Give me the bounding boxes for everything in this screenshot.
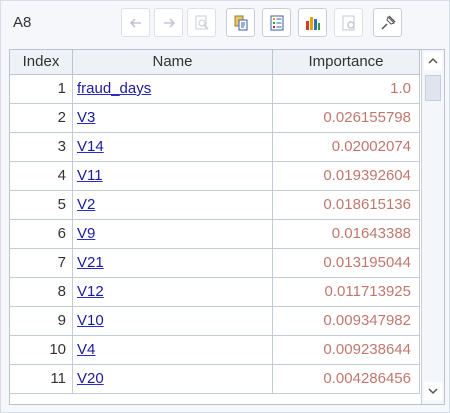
cell-reference: A8 [13,14,32,31]
table-row[interactable]: 1 fraud_days 1.0 [10,75,420,104]
copy-button[interactable] [226,8,255,37]
pin-icon [380,15,395,30]
table-row[interactable]: 9 V10 0.009347982 [10,307,420,336]
column-header-index[interactable]: Index [10,50,73,74]
importance-cell: 0.009347982 [273,307,420,335]
importance-table: Index Name Importance 1 fraud_days 1.0 2… [9,49,445,405]
name-cell[interactable]: V21 [73,249,273,277]
table-row[interactable]: 2 V3 0.026155798 [10,104,420,133]
back-button[interactable] [121,8,150,37]
chevron-down-icon [428,388,438,395]
importance-cell: 0.011713925 [273,278,420,306]
name-link[interactable]: V9 [77,225,95,242]
importance-cell: 0.026155798 [273,104,420,132]
table-header: Index Name Importance [10,50,420,75]
arrow-left-icon [129,17,141,28]
table-row[interactable]: 7 V21 0.013195044 [10,249,420,278]
magnifier-icon [195,15,209,30]
name-cell[interactable]: V12 [73,278,273,306]
index-cell: 2 [10,104,73,132]
name-cell[interactable]: V14 [73,133,273,161]
name-link[interactable]: V2 [77,196,95,213]
index-cell: 9 [10,307,73,335]
importance-cell: 0.01643388 [273,220,420,248]
index-cell: 7 [10,249,73,277]
chart-button[interactable] [298,8,327,37]
column-header-name[interactable]: Name [73,50,273,74]
page-settings-button[interactable] [334,8,363,37]
index-cell: 5 [10,191,73,219]
scroll-up-button[interactable] [424,52,442,70]
name-cell[interactable]: V3 [73,104,273,132]
name-cell[interactable]: fraud_days [73,75,273,103]
name-cell[interactable]: V2 [73,191,273,219]
name-cell[interactable]: V4 [73,336,273,364]
table-row[interactable]: 11 V20 0.004286456 [10,365,420,394]
preview-button[interactable] [187,8,216,37]
table-row[interactable]: 4 V11 0.019392604 [10,162,420,191]
index-cell: 1 [10,75,73,103]
name-link[interactable]: V20 [77,370,104,387]
vertical-scrollbar[interactable] [421,50,444,404]
table-row[interactable]: 8 V12 0.011713925 [10,278,420,307]
name-cell[interactable]: V10 [73,307,273,335]
name-link[interactable]: V3 [77,109,95,126]
list-icon [270,15,283,30]
importance-cell: 0.019392604 [273,162,420,190]
result-panel: A8 Index Name Importance 1 fraud_days 1.… [0,0,450,413]
name-cell[interactable]: V20 [73,365,273,393]
name-link[interactable]: V11 [77,167,103,184]
toolbar: A8 [1,1,449,45]
copy-icon [234,15,247,30]
index-cell: 4 [10,162,73,190]
name-link[interactable]: fraud_days [77,80,151,97]
index-cell: 8 [10,278,73,306]
pin-button[interactable] [373,8,402,37]
name-link[interactable]: V21 [77,254,104,271]
importance-cell: 0.018615136 [273,191,420,219]
name-link[interactable]: V14 [77,138,104,155]
index-cell: 10 [10,336,73,364]
arrow-right-icon [163,17,175,28]
importance-cell: 0.02002074 [273,133,420,161]
bar-chart-icon [305,16,320,30]
name-link[interactable]: V10 [77,312,104,329]
name-link[interactable]: V4 [77,341,95,358]
forward-button[interactable] [154,8,183,37]
page-settings-icon [342,15,355,30]
scroll-down-button[interactable] [424,382,442,400]
list-button[interactable] [262,8,291,37]
name-cell[interactable]: V9 [73,220,273,248]
importance-cell: 0.013195044 [273,249,420,277]
table-body: 1 fraud_days 1.0 2 V3 0.026155798 3 V14 … [10,75,420,394]
table-row[interactable]: 6 V9 0.01643388 [10,220,420,249]
index-cell: 6 [10,220,73,248]
chevron-up-icon [428,57,438,64]
column-header-importance[interactable]: Importance [273,50,420,74]
table-row[interactable]: 3 V14 0.02002074 [10,133,420,162]
name-link[interactable]: V12 [77,283,104,300]
name-cell[interactable]: V11 [73,162,273,190]
table-row[interactable]: 5 V2 0.018615136 [10,191,420,220]
importance-cell: 0.004286456 [273,365,420,393]
index-cell: 3 [10,133,73,161]
scroll-thumb[interactable] [425,75,441,101]
index-cell: 11 [10,365,73,393]
importance-cell: 1.0 [273,75,420,103]
importance-cell: 0.009238644 [273,336,420,364]
table-row[interactable]: 10 V4 0.009238644 [10,336,420,365]
